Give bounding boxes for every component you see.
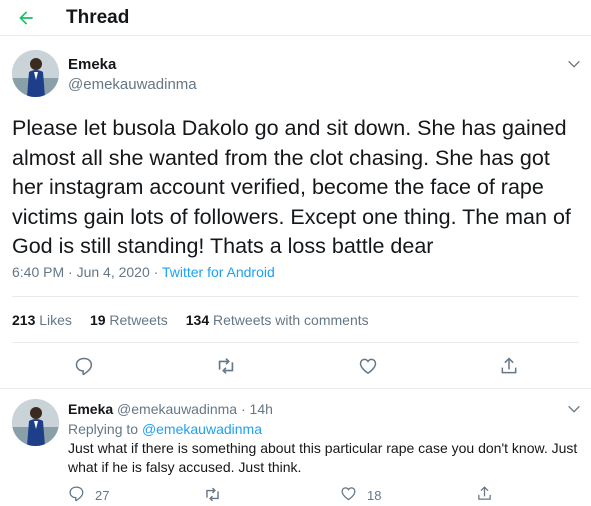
divider bbox=[12, 342, 579, 343]
replying-to-link[interactable]: @emekauwadinma bbox=[142, 421, 262, 437]
retweet-icon[interactable] bbox=[215, 355, 237, 377]
reply-text: Just what if there is something about th… bbox=[68, 440, 578, 475]
reply-actions: 27 18 bbox=[0, 485, 591, 505]
chevron-down-icon[interactable] bbox=[566, 401, 582, 417]
back-arrow-icon[interactable] bbox=[14, 6, 38, 30]
reply-header: Emeka @emekauwadinma · 14h bbox=[68, 401, 273, 417]
tweet-timestamp[interactable]: 6:40 PM · Jun 4, 2020 · bbox=[12, 264, 162, 280]
retweet-icon bbox=[203, 485, 232, 506]
likes-stat[interactable]: 213 Likes bbox=[12, 312, 72, 328]
reply-share-button[interactable] bbox=[476, 485, 503, 505]
avatar[interactable] bbox=[12, 50, 59, 97]
tweet-stats: 213 Likes 19 Retweets 134 Retweets with … bbox=[12, 312, 387, 328]
author-handle-time[interactable]: @emekauwadinma · 14h bbox=[117, 401, 273, 417]
reply-count: 27 bbox=[95, 487, 110, 503]
reply-tweet[interactable]: Emeka @emekauwadinma · 14h Replying to @… bbox=[0, 389, 591, 506]
reply-retweet-button[interactable] bbox=[203, 485, 232, 506]
reply-reply-button[interactable]: 27 bbox=[68, 485, 109, 505]
reply-icon bbox=[68, 485, 95, 505]
reply-icon[interactable] bbox=[73, 355, 95, 377]
tweet-source-link[interactable]: Twitter for Android bbox=[162, 264, 275, 280]
share-icon bbox=[476, 485, 503, 505]
like-icon[interactable] bbox=[357, 355, 379, 377]
page-title: Thread bbox=[66, 7, 130, 28]
tweet-meta: 6:40 PM · Jun 4, 2020 · Twitter for Andr… bbox=[12, 264, 275, 280]
share-icon[interactable] bbox=[498, 355, 520, 377]
reply-like-button[interactable]: 18 bbox=[340, 485, 381, 505]
replying-to: Replying to @emekauwadinma bbox=[68, 421, 262, 437]
tweet-text: Please let busola Dakolo go and sit down… bbox=[12, 116, 571, 258]
author-handle[interactable]: @emekauwadinma bbox=[68, 76, 197, 93]
retweets-stat[interactable]: 19 Retweets bbox=[90, 312, 168, 328]
retweets-with-comments-stat[interactable]: 134 Retweets with comments bbox=[186, 312, 369, 328]
like-icon bbox=[340, 485, 367, 505]
chevron-down-icon[interactable] bbox=[566, 56, 582, 72]
author-name[interactable]: Emeka bbox=[68, 401, 113, 417]
author-name[interactable]: Emeka bbox=[68, 56, 116, 73]
like-count: 18 bbox=[367, 487, 382, 503]
thread-header: Thread bbox=[0, 0, 591, 36]
tweet-actions bbox=[0, 355, 591, 379]
divider bbox=[12, 296, 579, 297]
avatar[interactable] bbox=[12, 399, 59, 446]
